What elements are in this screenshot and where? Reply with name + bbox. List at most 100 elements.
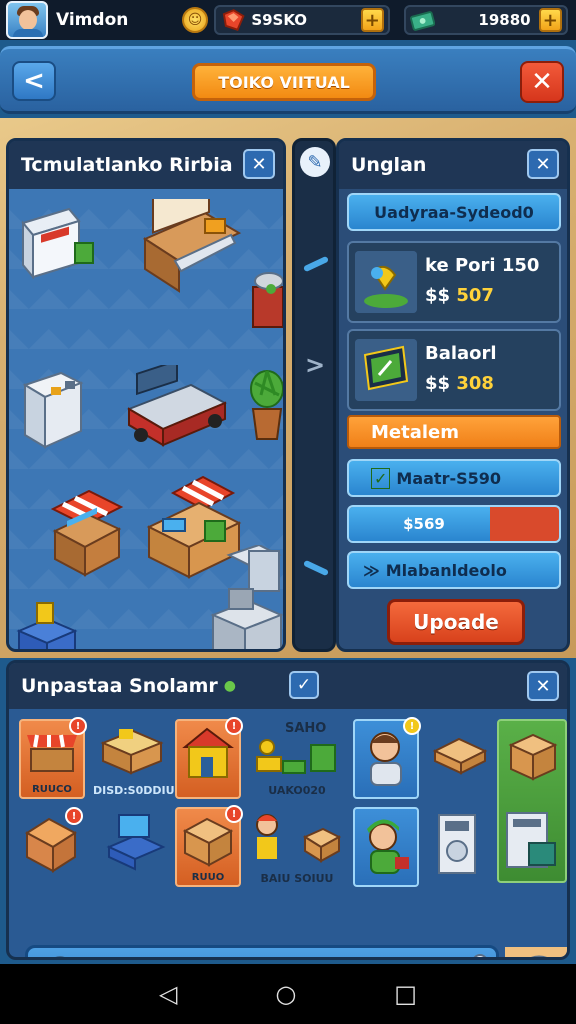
- inventory-panel: Unpastaa Snolamr ● ✓ ✕ ! RUUCO DISD:S0DD…: [6, 660, 570, 960]
- food-cart-icon: [100, 729, 164, 775]
- slot-label: UAKO020: [268, 784, 326, 797]
- satellite-icon: [355, 251, 417, 313]
- inventory-title: Unpastaa Snolamr: [21, 675, 218, 697]
- currency-1-box: S9SKO +: [214, 5, 390, 35]
- inventory-slot[interactable]: !: [19, 807, 89, 887]
- strip-marker-top: [302, 255, 330, 273]
- alert-badge: !: [225, 805, 243, 823]
- strip-marker-bottom: [302, 559, 330, 577]
- cabinet-item[interactable]: [249, 269, 285, 331]
- back-button[interactable]: <: [12, 61, 56, 101]
- card-1-amount: 507: [456, 285, 494, 306]
- close-catalog-button[interactable]: ✕: [243, 149, 275, 179]
- inventory-slot[interactable]: !: [175, 717, 243, 799]
- inventory-slot[interactable]: SAHO UAKO020: [247, 719, 347, 799]
- inventory-slot[interactable]: DISD:S0DDIU: [93, 719, 175, 799]
- delivery-truck-item[interactable]: [121, 365, 231, 451]
- inventory-grid: ! RUUCO DISD:S0DDIU ! SAHO UAKO020 ! ! !…: [15, 715, 567, 957]
- fast-forward-icon: ≫: [363, 560, 380, 580]
- computer-desk-item[interactable]: [135, 199, 245, 299]
- shopkeeper-icon: [256, 814, 342, 863]
- upgrade-panel: Unglan ✕ Uadyraa-Sydeod0 ke Pori 150 $$ …: [336, 138, 570, 652]
- card-2-amount: 308: [456, 373, 494, 394]
- coin-icon: ☺: [182, 7, 208, 33]
- currency-1-value: S9SKO: [251, 11, 308, 29]
- featured-slot[interactable]: [497, 719, 567, 883]
- card-1-currency: $$: [425, 285, 451, 306]
- card-2-price: $$ 308: [425, 373, 494, 394]
- back-nav-icon[interactable]: ◁: [159, 980, 177, 1008]
- leaf-icon: ●: [223, 678, 237, 694]
- strip-arrow-icon[interactable]: >: [305, 351, 325, 379]
- option-2-label: Maatr-S590: [396, 468, 502, 488]
- alert-badge: !: [225, 717, 243, 735]
- slot-label: RUUCO: [32, 784, 72, 795]
- card-1-name: ke Pori 150: [425, 255, 540, 276]
- quick-tray: [25, 945, 499, 960]
- market-stall-item[interactable]: [49, 485, 125, 581]
- inventory-slot[interactable]: [101, 807, 171, 887]
- package-icon: [432, 737, 488, 775]
- kiosk-item[interactable]: [19, 203, 99, 279]
- monitor-icon: [355, 339, 417, 401]
- close-shop-button[interactable]: ✕: [520, 61, 564, 103]
- magnet-icon[interactable]: [304, 954, 364, 960]
- inventory-slot[interactable]: BAIU SOIUU: [247, 807, 347, 887]
- catalog-title: Tcmulatlanko Rirbia: [21, 154, 233, 176]
- red-gem-icon: [222, 9, 245, 31]
- currency-2-value: 19880: [478, 11, 531, 29]
- inventory-slot[interactable]: [429, 807, 493, 887]
- inventory-slot[interactable]: ! RUUCO: [19, 717, 87, 799]
- upgrade-header: Unglan ✕: [339, 141, 567, 189]
- recents-nav-icon[interactable]: □: [394, 980, 417, 1008]
- machinery-item[interactable]: [209, 545, 285, 652]
- add-currency-2-button[interactable]: +: [538, 8, 562, 32]
- card-1-price: $$ 507: [425, 285, 494, 306]
- settings-coin-icon[interactable]: [505, 947, 567, 960]
- inventory-header: Unpastaa Snolamr ● ✓ ✕: [9, 663, 567, 709]
- inventory-slot[interactable]: [429, 719, 493, 799]
- badge-emblem-icon[interactable]: [38, 954, 82, 960]
- slot-label: DISD:S0DDIU: [93, 784, 175, 797]
- upgrade-title: Unglan: [351, 154, 427, 176]
- storage-bin-item[interactable]: [15, 601, 79, 652]
- home-nav-icon[interactable]: ○: [275, 980, 296, 1008]
- close-inventory-button[interactable]: ✕: [527, 671, 559, 701]
- upgrade-category-button[interactable]: Uadyraa-Sydeod0: [347, 193, 561, 231]
- player-avatar[interactable]: [6, 1, 48, 39]
- top-status-bar: Vimdon ☺ S9SKO + 19880 +: [0, 0, 576, 40]
- inventory-slot[interactable]: ! RUUO: [175, 805, 243, 887]
- confirm-button[interactable]: ✓: [289, 671, 319, 699]
- upgrade-progress-bar: $569: [347, 505, 561, 543]
- upgrade-card[interactable]: ke Pori 150 $$ 507: [347, 241, 561, 323]
- crate-icon[interactable]: [238, 952, 286, 960]
- counter-item[interactable]: [21, 365, 85, 455]
- option-3-label: Mlabanldeolo: [385, 560, 507, 580]
- catalog-panel: Tcmulatlanko Rirbia ✕: [6, 138, 286, 652]
- washing-machine-icon: [506, 812, 556, 868]
- slot-label: RUUO: [191, 872, 225, 883]
- worker-icon: [367, 819, 409, 874]
- potted-plant-item[interactable]: [247, 365, 286, 445]
- close-upgrade-button[interactable]: ✕: [527, 149, 559, 179]
- tools-icon[interactable]: [436, 952, 492, 960]
- appliance-icon: [438, 814, 476, 874]
- upgrade-button[interactable]: Upoade: [387, 599, 525, 645]
- upgrade-card[interactable]: Balaorl $$ 308: [347, 329, 561, 411]
- system-nav-bar: ◁ ○ □: [0, 964, 576, 1024]
- card-2-currency: $$: [425, 373, 451, 394]
- side-nav-strip: ✎ >: [292, 138, 336, 652]
- catalog-header: Tcmulatlanko Rirbia ✕: [9, 141, 283, 189]
- add-currency-1-button[interactable]: +: [360, 8, 385, 32]
- edit-icon[interactable]: ✎: [300, 147, 330, 177]
- material-option[interactable]: Metalem: [347, 415, 561, 449]
- cash-icon: [410, 11, 436, 31]
- inventory-slot[interactable]: [353, 807, 419, 887]
- catalog-items-area: [9, 189, 283, 649]
- player-name: Vimdon: [56, 10, 129, 30]
- money-bundle-icon: [256, 739, 336, 774]
- option-2-button[interactable]: ✓ Maatr-S590: [347, 459, 561, 497]
- option-3-button[interactable]: ≫ Mlabanldeolo: [347, 551, 561, 589]
- inventory-slot[interactable]: !: [353, 717, 421, 799]
- check-icon: ✓: [371, 467, 391, 489]
